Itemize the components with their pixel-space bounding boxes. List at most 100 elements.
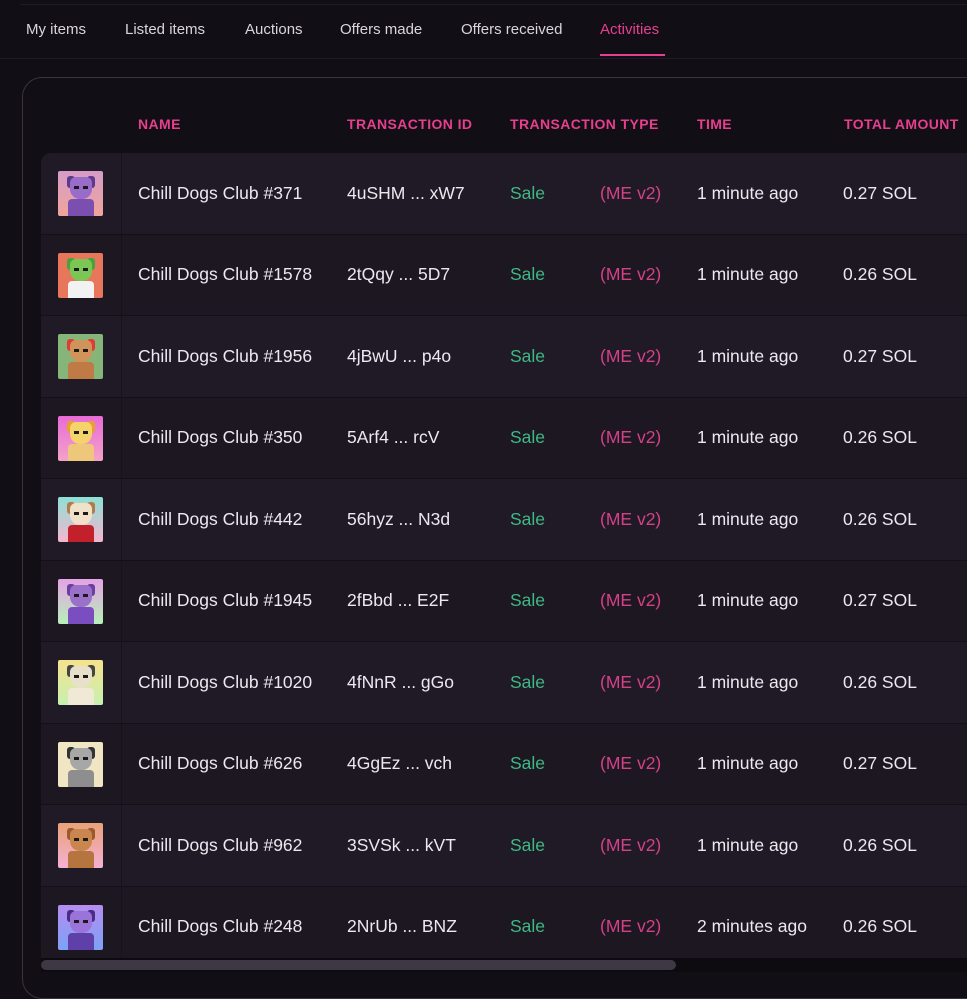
transaction-id-link[interactable]: 56hyz ... N3d	[347, 479, 450, 560]
transaction-type: Sale	[510, 508, 546, 529]
transaction-id-link[interactable]: 4fNnR ... gGo	[347, 642, 454, 723]
nft-name[interactable]: Chill Dogs Club #1956	[138, 316, 312, 397]
transaction-time: 1 minute ago	[697, 345, 799, 366]
tab-offers-made[interactable]: Offers made	[340, 21, 422, 38]
total-amount: 0.27 SOL	[843, 182, 917, 203]
marketplace-label: (ME v2)	[600, 264, 662, 285]
total-amount: 0.26 SOL	[843, 671, 917, 692]
horizontal-scrollbar[interactable]	[41, 958, 967, 972]
nft-name[interactable]: Chill Dogs Club #371	[138, 153, 302, 234]
active-tab-indicator	[600, 54, 665, 56]
transaction-time: 1 minute ago	[697, 671, 799, 692]
tab-activities[interactable]: Activities	[600, 21, 659, 38]
total-amount: 0.26 SOL	[843, 916, 917, 937]
dog-nft-thumbnail-icon[interactable]	[58, 497, 103, 542]
dog-nft-thumbnail-icon[interactable]	[58, 578, 103, 624]
marketplace-label: (ME v2)	[600, 182, 662, 203]
nft-name[interactable]: Chill Dogs Club #1945	[138, 561, 312, 642]
transaction-id-link[interactable]: 4GgEz ... vch	[347, 724, 452, 805]
tab-auctions[interactable]: Auctions	[245, 21, 303, 38]
nft-name[interactable]: Chill Dogs Club #248	[138, 887, 302, 968]
transaction-time: 1 minute ago	[697, 753, 799, 774]
thumbnail-cell	[41, 805, 122, 886]
total-amount: 0.26 SOL	[843, 508, 917, 529]
dog-nft-thumbnail-icon[interactable]	[58, 741, 103, 787]
dog-nft-thumbnail-icon[interactable]	[58, 904, 103, 950]
total-amount: 0.26 SOL	[843, 834, 917, 855]
thumbnail-cell	[41, 397, 122, 478]
transaction-type: Sale	[510, 671, 546, 692]
transaction-time: 1 minute ago	[697, 427, 799, 448]
transaction-type: Sale	[510, 753, 546, 774]
transaction-id-link[interactable]: 2fBbd ... E2F	[347, 561, 449, 642]
table-row[interactable]: Chill Dogs Club #626 4GgEz ... vch Sale …	[41, 723, 967, 805]
transaction-type: Sale	[510, 264, 546, 285]
marketplace-label: (ME v2)	[600, 508, 662, 529]
nft-name[interactable]: Chill Dogs Club #962	[138, 805, 302, 886]
transaction-id-link[interactable]: 2tQqy ... 5D7	[347, 235, 450, 316]
nft-name[interactable]: Chill Dogs Club #350	[138, 398, 302, 479]
nft-name[interactable]: Chill Dogs Club #1020	[138, 642, 312, 723]
table-row[interactable]: Chill Dogs Club #442 56hyz ... N3d Sale …	[41, 479, 967, 561]
tab-listed-items[interactable]: Listed items	[125, 21, 205, 38]
scrollbar-thumb[interactable]	[41, 960, 676, 970]
column-header-time[interactable]: TIME	[697, 116, 732, 132]
thumbnail-cell	[41, 479, 122, 560]
profile-tabs: My items Listed items Auctions Offers ma…	[0, 0, 967, 59]
tab-my-items[interactable]: My items	[26, 21, 86, 38]
table-row[interactable]: Chill Dogs Club #371 4uSHM ... xW7 Sale …	[41, 153, 967, 235]
transaction-time: 1 minute ago	[697, 508, 799, 529]
transaction-id-link[interactable]: 2NrUb ... BNZ	[347, 887, 457, 968]
total-amount: 0.26 SOL	[843, 427, 917, 448]
table-row[interactable]: Chill Dogs Club #1945 2fBbd ... E2F Sale…	[41, 560, 967, 642]
dog-nft-thumbnail-icon[interactable]	[58, 252, 103, 298]
nft-name[interactable]: Chill Dogs Club #442	[138, 479, 302, 560]
transaction-type: Sale	[510, 345, 546, 366]
marketplace-label: (ME v2)	[600, 590, 662, 611]
transaction-id-link[interactable]: 5Arf4 ... rcV	[347, 398, 439, 479]
table-row[interactable]: Chill Dogs Club #1020 4fNnR ... gGo Sale…	[41, 642, 967, 724]
dog-nft-thumbnail-icon[interactable]	[58, 334, 103, 379]
thumbnail-cell	[41, 234, 122, 315]
table-row[interactable]: Chill Dogs Club #962 3SVSk ... kVT Sale …	[41, 805, 967, 887]
thumbnail-cell	[41, 316, 122, 397]
activities-table-body: Chill Dogs Club #371 4uSHM ... xW7 Sale …	[41, 153, 967, 968]
transaction-type: Sale	[510, 590, 546, 611]
marketplace-label: (ME v2)	[600, 834, 662, 855]
table-row[interactable]: Chill Dogs Club #248 2NrUb ... BNZ Sale …	[41, 886, 967, 968]
transaction-type: Sale	[510, 834, 546, 855]
nft-name[interactable]: Chill Dogs Club #626	[138, 724, 302, 805]
thumbnail-cell	[41, 642, 122, 723]
marketplace-label: (ME v2)	[600, 753, 662, 774]
table-row[interactable]: Chill Dogs Club #350 5Arf4 ... rcV Sale …	[41, 397, 967, 479]
transaction-id-link[interactable]: 4uSHM ... xW7	[347, 153, 465, 234]
table-row[interactable]: Chill Dogs Club #1956 4jBwU ... p4o Sale…	[41, 316, 967, 398]
marketplace-label: (ME v2)	[600, 916, 662, 937]
thumbnail-cell	[41, 886, 122, 967]
column-header-name[interactable]: NAME	[138, 116, 181, 132]
dog-nft-thumbnail-icon[interactable]	[58, 415, 103, 461]
transaction-time: 1 minute ago	[697, 264, 799, 285]
dog-nft-thumbnail-icon[interactable]	[58, 823, 103, 868]
total-amount: 0.26 SOL	[843, 264, 917, 285]
thumbnail-cell	[41, 723, 122, 804]
column-header-transaction-type[interactable]: TRANSACTION TYPE	[510, 116, 659, 132]
transaction-time: 1 minute ago	[697, 590, 799, 611]
transaction-type: Sale	[510, 427, 546, 448]
thumbnail-cell	[41, 153, 122, 234]
thumbnail-cell	[41, 560, 122, 641]
table-row[interactable]: Chill Dogs Club #1578 2tQqy ... 5D7 Sale…	[41, 234, 967, 316]
transaction-type: Sale	[510, 916, 546, 937]
transaction-id-link[interactable]: 3SVSk ... kVT	[347, 805, 456, 886]
transaction-time: 1 minute ago	[697, 182, 799, 203]
dog-nft-thumbnail-icon[interactable]	[58, 660, 103, 705]
nft-name[interactable]: Chill Dogs Club #1578	[138, 235, 312, 316]
marketplace-label: (ME v2)	[600, 671, 662, 692]
column-header-transaction-id[interactable]: TRANSACTION ID	[347, 116, 472, 132]
transaction-id-link[interactable]: 4jBwU ... p4o	[347, 316, 451, 397]
transaction-time: 1 minute ago	[697, 834, 799, 855]
dog-nft-thumbnail-icon[interactable]	[58, 171, 103, 216]
marketplace-label: (ME v2)	[600, 427, 662, 448]
tab-offers-received[interactable]: Offers received	[461, 21, 562, 38]
column-header-total-amount[interactable]: TOTAL AMOUNT	[844, 116, 959, 132]
